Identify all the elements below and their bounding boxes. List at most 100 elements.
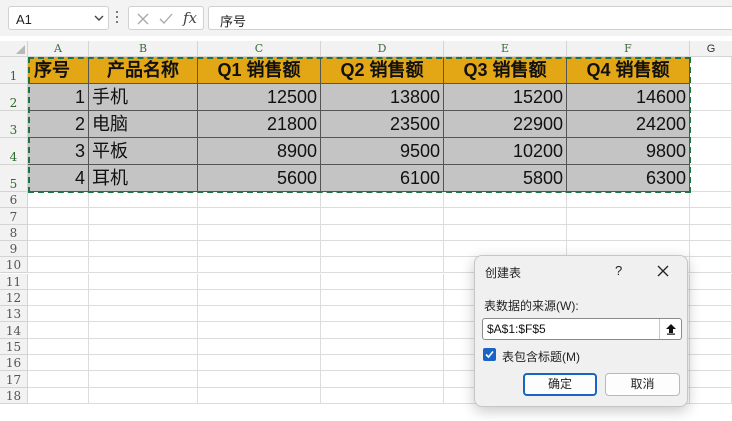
empty-cell[interactable]: [690, 240, 732, 258]
row-header-15[interactable]: 15: [0, 338, 28, 355]
header-cell[interactable]: Q1 销售额: [198, 57, 321, 84]
empty-cell[interactable]: [321, 257, 444, 274]
cancel-formula-icon[interactable]: [137, 13, 149, 25]
header-cell[interactable]: Q4 销售额: [567, 57, 690, 84]
row-header-10[interactable]: 10: [0, 257, 28, 274]
empty-cell[interactable]: [321, 208, 444, 225]
empty-cell[interactable]: [28, 192, 89, 209]
empty-cell[interactable]: [28, 208, 89, 225]
row-header-4[interactable]: 4: [0, 138, 28, 165]
empty-cell[interactable]: [321, 192, 444, 209]
empty-cell[interactable]: [89, 306, 198, 323]
row-header-11[interactable]: 11: [0, 273, 28, 290]
header-cell[interactable]: Q2 销售额: [321, 57, 444, 84]
sales-cell[interactable]: 5600: [198, 165, 321, 192]
empty-cell[interactable]: [321, 289, 444, 307]
empty-cell[interactable]: [198, 289, 321, 307]
index-cell[interactable]: 2: [28, 111, 89, 138]
product-cell[interactable]: 电脑: [89, 111, 198, 138]
chevron-down-icon[interactable]: [94, 12, 104, 24]
column-header-f[interactable]: F: [567, 41, 690, 57]
empty-cell[interactable]: [89, 257, 198, 274]
product-cell[interactable]: 平板: [89, 138, 198, 165]
row-header-16[interactable]: 16: [0, 355, 28, 372]
empty-cell[interactable]: [89, 240, 198, 258]
row-header-18[interactable]: 18: [0, 387, 28, 404]
empty-cell[interactable]: [89, 192, 198, 209]
header-cell[interactable]: 序号: [28, 57, 89, 84]
product-cell[interactable]: 手机: [89, 84, 198, 111]
sales-cell[interactable]: 9500: [321, 138, 444, 165]
empty-cell[interactable]: [89, 338, 198, 355]
empty-cell[interactable]: [28, 257, 89, 274]
collapse-dialog-button[interactable]: [659, 319, 681, 339]
row-header-8[interactable]: 8: [0, 224, 28, 241]
empty-cell[interactable]: [198, 240, 321, 258]
close-icon[interactable]: [655, 263, 671, 279]
empty-cell[interactable]: [28, 289, 89, 307]
cancel-button[interactable]: 取消: [605, 373, 680, 396]
empty-cell[interactable]: [89, 273, 198, 290]
column-header-g[interactable]: G: [690, 41, 732, 57]
empty-cell[interactable]: [89, 208, 198, 225]
index-cell[interactable]: 1: [28, 84, 89, 111]
sales-cell[interactable]: 24200: [567, 111, 690, 138]
empty-cell[interactable]: [567, 192, 690, 209]
empty-cell[interactable]: [690, 111, 732, 138]
empty-cell[interactable]: [690, 289, 732, 307]
ok-button[interactable]: 确定: [523, 373, 597, 396]
row-header-13[interactable]: 13: [0, 306, 28, 323]
empty-cell[interactable]: [690, 257, 732, 274]
row-header-14[interactable]: 14: [0, 322, 28, 339]
has-headers-checkbox[interactable]: [483, 348, 496, 361]
name-box[interactable]: A1: [8, 6, 109, 30]
empty-cell[interactable]: [198, 387, 321, 404]
empty-cell[interactable]: [198, 257, 321, 274]
column-header-d[interactable]: D: [321, 41, 444, 57]
empty-cell[interactable]: [198, 192, 321, 209]
empty-cell[interactable]: [321, 338, 444, 355]
empty-cell[interactable]: [690, 306, 732, 323]
empty-cell[interactable]: [690, 192, 732, 209]
empty-cell[interactable]: [28, 224, 89, 241]
empty-cell[interactable]: [89, 289, 198, 307]
empty-cell[interactable]: [321, 371, 444, 388]
column-header-c[interactable]: C: [198, 41, 321, 57]
empty-cell[interactable]: [198, 355, 321, 372]
select-all-corner[interactable]: [0, 41, 28, 57]
sales-cell[interactable]: 21800: [198, 111, 321, 138]
confirm-formula-icon[interactable]: [159, 13, 173, 25]
index-cell[interactable]: 3: [28, 138, 89, 165]
more-options-icon[interactable]: [115, 11, 119, 25]
sales-cell[interactable]: 8900: [198, 138, 321, 165]
help-button[interactable]: ?: [615, 263, 622, 278]
sales-cell[interactable]: 14600: [567, 84, 690, 111]
empty-cell[interactable]: [690, 57, 732, 84]
range-input[interactable]: $A$1:$F$5: [482, 318, 682, 340]
empty-cell[interactable]: [321, 355, 444, 372]
empty-cell[interactable]: [198, 371, 321, 388]
row-header-6[interactable]: 6: [0, 192, 28, 209]
sales-cell[interactable]: 12500: [198, 84, 321, 111]
row-header-3[interactable]: 3: [0, 111, 28, 138]
row-header-17[interactable]: 17: [0, 371, 28, 388]
empty-cell[interactable]: [28, 273, 89, 290]
empty-cell[interactable]: [321, 387, 444, 404]
empty-cell[interactable]: [198, 208, 321, 225]
empty-cell[interactable]: [690, 322, 732, 339]
sales-cell[interactable]: 9800: [567, 138, 690, 165]
empty-cell[interactable]: [198, 273, 321, 290]
empty-cell[interactable]: [28, 240, 89, 258]
empty-cell[interactable]: [89, 224, 198, 241]
sales-cell[interactable]: 22900: [444, 111, 567, 138]
column-header-a[interactable]: A: [28, 41, 89, 57]
empty-cell[interactable]: [28, 355, 89, 372]
insert-function-icon[interactable]: fx: [183, 9, 197, 27]
empty-cell[interactable]: [28, 371, 89, 388]
empty-cell[interactable]: [567, 208, 690, 225]
empty-cell[interactable]: [321, 322, 444, 339]
empty-cell[interactable]: [89, 371, 198, 388]
empty-cell[interactable]: [690, 224, 732, 241]
empty-cell[interactable]: [690, 208, 732, 225]
row-header-9[interactable]: 9: [0, 240, 28, 258]
